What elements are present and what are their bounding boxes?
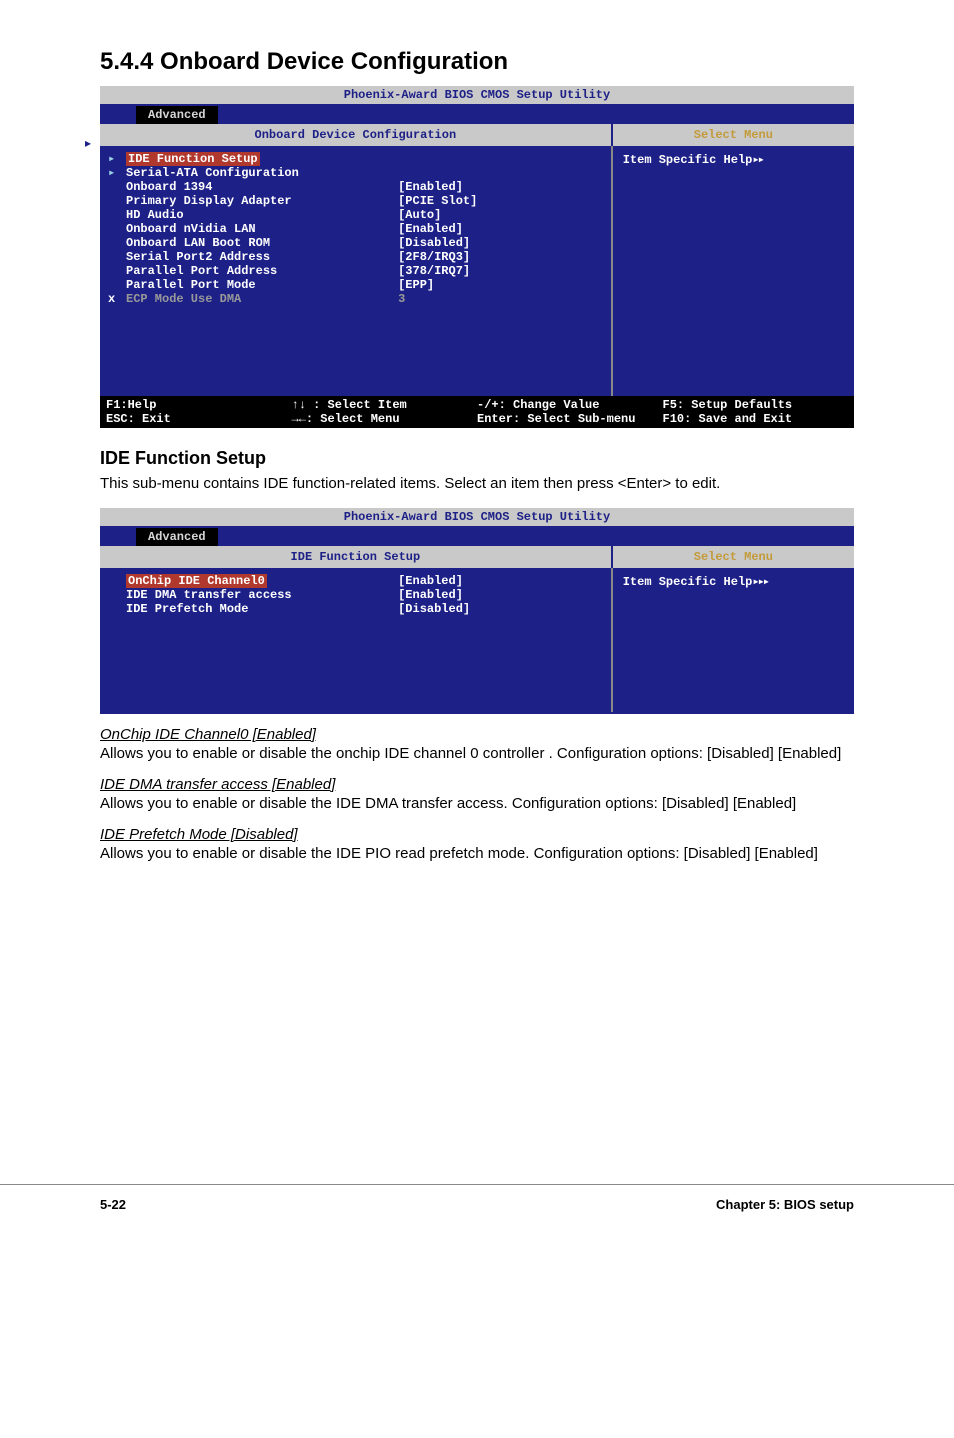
ide-function-body: This sub-menu contains IDE function-rela… [100, 473, 854, 494]
row-onboard-1394[interactable]: Onboard 1394 [126, 180, 398, 194]
submenu-arrow-icon: ▸ [108, 152, 126, 166]
section-title: 5.4.4 Onboard Device Configuration [100, 48, 854, 76]
row-mark: x [108, 292, 126, 306]
footer-f10: F10: Save and Exit [663, 412, 793, 426]
footer-select-menu: →←: Select Menu [292, 412, 400, 426]
bios-title: Phoenix-Award BIOS CMOS Setup Utility [100, 86, 854, 104]
row-ide-dma[interactable]: IDE DMA transfer access [126, 588, 398, 602]
val-parallel-addr[interactable]: [378/IRQ7] [398, 264, 603, 278]
para-title: OnChip IDE Channel0 [Enabled] [100, 726, 854, 743]
row-serial-port2[interactable]: Serial Port2 Address [126, 250, 398, 264]
ide-function-heading: IDE Function Setup [100, 448, 854, 469]
bios-panel-title: Onboard Device Configuration [100, 124, 613, 146]
row-ecp-dma: ECP Mode Use DMA [126, 292, 398, 306]
val-ide-dma[interactable]: [Enabled] [398, 588, 603, 602]
val-lan-boot-rom[interactable]: [Disabled] [398, 236, 603, 250]
bios-tabbar: Advanced [100, 104, 854, 124]
help-arrow-icon [752, 575, 768, 589]
chapter-label: Chapter 5: BIOS setup [716, 1197, 854, 1212]
bios-footer: F1:Help ESC: Exit ↑↓ : Select Item →←: S… [100, 396, 854, 428]
row-primary-display[interactable]: Primary Display Adapter [126, 194, 398, 208]
bios-panel-onboard: Phoenix-Award BIOS CMOS Setup Utility Ad… [100, 86, 854, 428]
footer-change-value: -/+: Change Value [477, 398, 599, 412]
page-number: 5-22 [100, 1197, 126, 1212]
item-specific-help-label: Item Specific Help [623, 153, 753, 167]
val-ide-prefetch[interactable]: [Disabled] [398, 602, 603, 616]
row-ide-function-setup[interactable]: IDE Function Setup [126, 152, 260, 166]
val-nvidia-lan[interactable]: [Enabled] [398, 222, 603, 236]
footer-esc: ESC: Exit [106, 412, 171, 426]
row-lan-boot-rom[interactable]: Onboard LAN Boot ROM [126, 236, 398, 250]
footer-f1: F1:Help [106, 398, 156, 412]
bios-tab-advanced[interactable]: Advanced [136, 106, 218, 124]
footer-enter: Enter: Select Sub-menu [477, 412, 635, 426]
help-arrow-icon [752, 153, 762, 167]
outer-pointer-icon: ▸ [85, 136, 91, 150]
val-hd-audio[interactable]: [Auto] [398, 208, 603, 222]
bios-title: Phoenix-Award BIOS CMOS Setup Utility [100, 508, 854, 526]
footer-f5: F5: Setup Defaults [663, 398, 793, 412]
para-title: IDE Prefetch Mode [Disabled] [100, 826, 854, 843]
val-primary-display[interactable]: [PCIE Slot] [398, 194, 603, 208]
val-onchip-ide0[interactable]: [Enabled] [398, 574, 603, 588]
row-serial-ata[interactable]: Serial-ATA Configuration [126, 166, 398, 180]
para-body: Allows you to enable or disable the IDE … [100, 843, 854, 864]
page-footer: 5-22 Chapter 5: BIOS setup [0, 1184, 954, 1212]
bios-select-menu-label: Select Menu [613, 124, 854, 146]
bios-panel-ide: Phoenix-Award BIOS CMOS Setup Utility Ad… [100, 508, 854, 714]
para-title: IDE DMA transfer access [Enabled] [100, 776, 854, 793]
submenu-arrow-icon: ▸ [108, 166, 126, 180]
bios-panel-title: IDE Function Setup [100, 546, 613, 568]
val-parallel-mode[interactable]: [EPP] [398, 278, 603, 292]
row-hd-audio[interactable]: HD Audio [126, 208, 398, 222]
footer-select-item: ↑↓ : Select Item [292, 398, 407, 412]
dashed-divider [106, 712, 848, 714]
row-parallel-mode[interactable]: Parallel Port Mode [126, 278, 398, 292]
bios-tab-advanced[interactable]: Advanced [136, 528, 218, 546]
val-serial-port2[interactable]: [2F8/IRQ3] [398, 250, 603, 264]
bios-select-menu-label: Select Menu [613, 546, 854, 568]
val-onboard-1394[interactable]: [Enabled] [398, 180, 603, 194]
row-ide-prefetch[interactable]: IDE Prefetch Mode [126, 602, 398, 616]
row-onchip-ide0[interactable]: OnChip IDE Channel0 [126, 574, 267, 588]
bios-tabbar: Advanced [100, 526, 854, 546]
val-ecp-dma: 3 [398, 292, 603, 306]
row-parallel-addr[interactable]: Parallel Port Address [126, 264, 398, 278]
item-specific-help-label: Item Specific Help [623, 575, 753, 589]
para-body: Allows you to enable or disable the IDE … [100, 793, 854, 814]
para-body: Allows you to enable or disable the onch… [100, 743, 854, 764]
row-nvidia-lan[interactable]: Onboard nVidia LAN [126, 222, 398, 236]
